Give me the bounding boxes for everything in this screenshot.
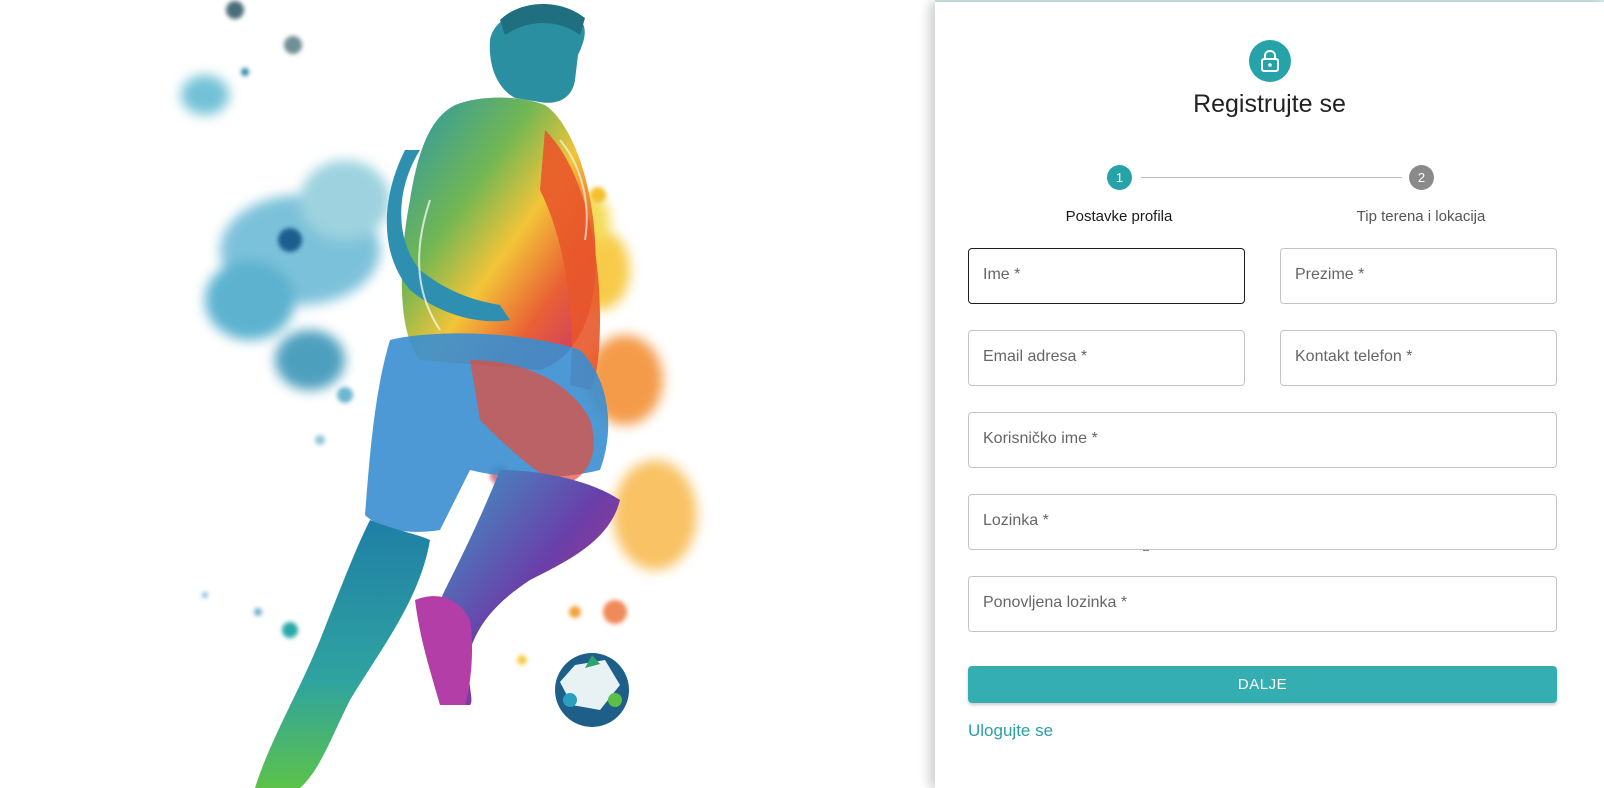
artwork-illustration <box>181 1 697 788</box>
repeat-password-field[interactable]: Ponovljena lozinka * <box>968 576 1557 632</box>
step-1-indicator: 1 <box>1107 165 1132 190</box>
lock-avatar <box>1249 40 1291 82</box>
email-field[interactable]: Email adresa * <box>968 330 1245 386</box>
step-1-label: Postavke profila <box>1065 208 1173 225</box>
first-name-label: Ime * <box>983 266 1021 283</box>
username-field[interactable]: Korisničko ime * <box>968 412 1557 468</box>
password-label: Lozinka * <box>983 512 1049 529</box>
lock-icon <box>1261 50 1279 72</box>
step-2-label: Tip terena i lokacija <box>1356 208 1486 225</box>
registration-page: Registrujte se 1 2 Postavke profila Tip … <box>0 0 1604 788</box>
phone-label: Kontakt telefon * <box>1295 348 1413 365</box>
first-name-field[interactable]: Ime * <box>968 248 1245 551</box>
repeat-password-label: Ponovljena lozinka * <box>983 594 1128 611</box>
soccer-player-artwork <box>0 0 935 788</box>
page-title: Registrujte se <box>1193 90 1346 118</box>
last-name-field[interactable]: Prezime * <box>1280 248 1557 304</box>
stepper-connector <box>1141 177 1402 178</box>
login-link[interactable]: Ulogujte se <box>968 721 1053 741</box>
step-2-indicator: 2 <box>1409 165 1434 190</box>
email-label: Email adresa * <box>983 348 1088 365</box>
phone-field[interactable]: Kontakt telefon * <box>1280 330 1557 386</box>
next-button[interactable]: DALJE <box>968 666 1557 703</box>
last-name-label: Prezime * <box>1295 266 1365 283</box>
username-label: Korisničko ime * <box>983 430 1098 447</box>
password-field[interactable]: Lozinka * <box>968 494 1557 550</box>
registration-panel: Registrujte se 1 2 Postavke profila Tip … <box>935 2 1604 788</box>
